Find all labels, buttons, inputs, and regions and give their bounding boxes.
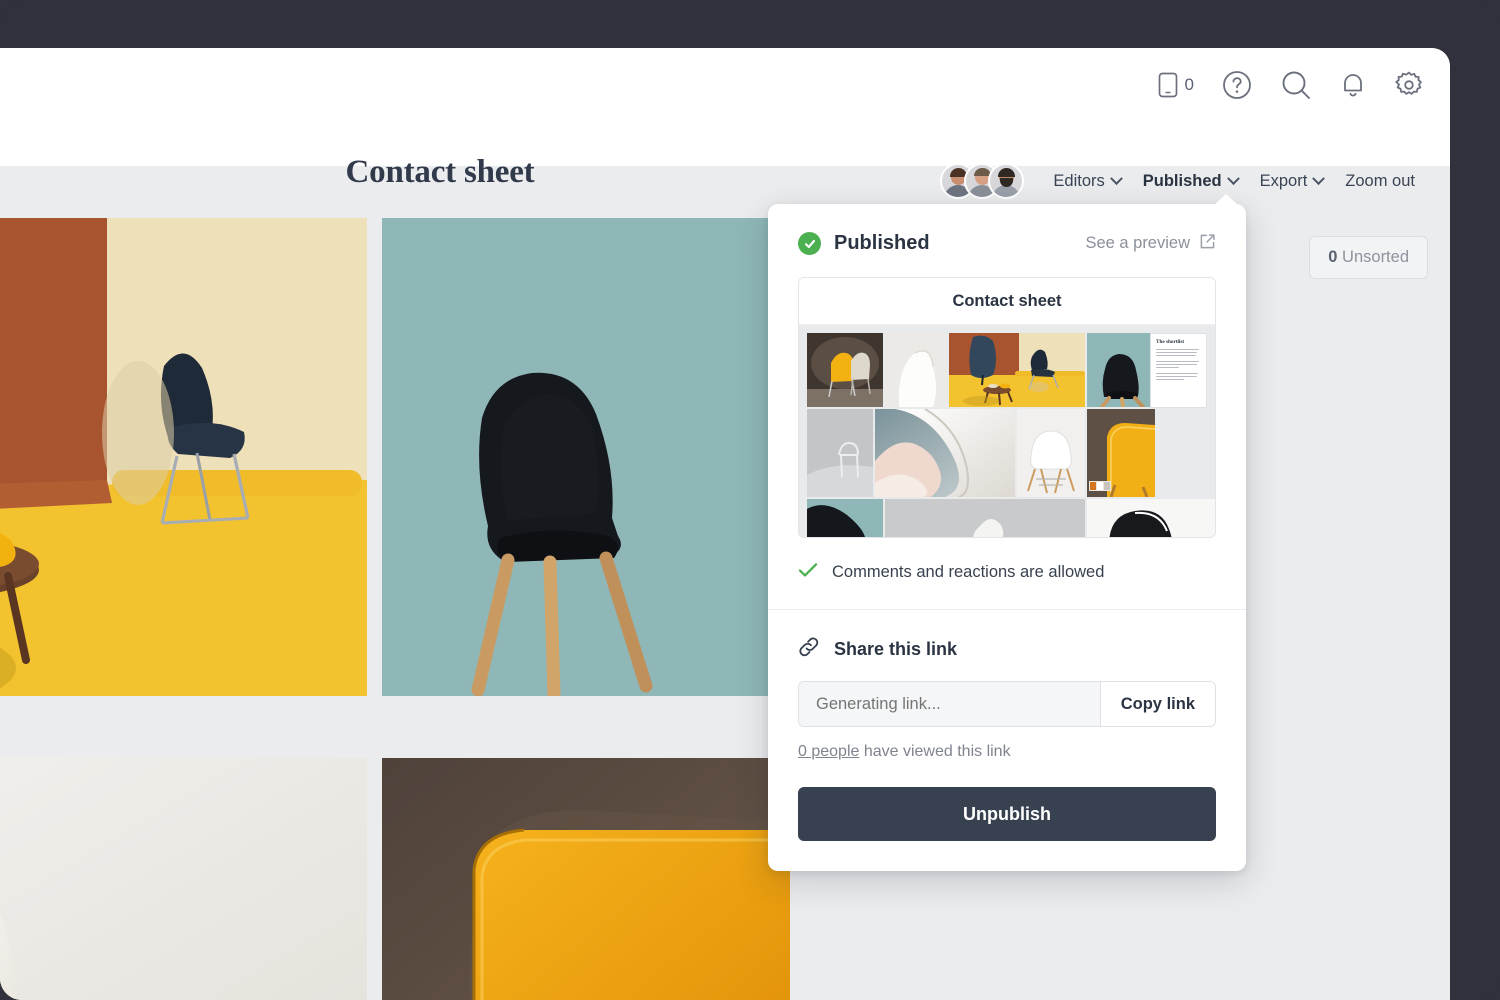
- thumb-black-chair-teal-2: [807, 499, 883, 537]
- thumb-yellow-chair-dark: [807, 333, 883, 407]
- thumb-eames-white-chair: [1017, 409, 1085, 497]
- photo-yellow-chair-brown[interactable]: [382, 758, 790, 1000]
- popover-share-section: Share this link Copy link 0 people have …: [768, 610, 1246, 871]
- thumb-white-curves: [875, 409, 1015, 497]
- editor-avatar-3[interactable]: [988, 163, 1025, 199]
- nav-item-editors[interactable]: Editors: [1042, 172, 1131, 191]
- nav-item-zoom-out[interactable]: Zoom out: [1334, 172, 1426, 191]
- settings-gear-icon[interactable]: [1394, 70, 1424, 100]
- thumb-white-chair-a: [885, 333, 947, 407]
- nav-item-export-label: Export: [1259, 171, 1308, 190]
- top-icon-row: 0: [1158, 62, 1424, 108]
- thumb-yellow-room: [949, 333, 1085, 407]
- thumb-grey-white-shape: [885, 499, 1085, 537]
- share-link-input[interactable]: [799, 682, 1100, 726]
- copy-link-button[interactable]: Copy link: [1099, 682, 1215, 726]
- thumb-black-chair-teal: [1087, 333, 1155, 407]
- thumb-black-white-chair: [1087, 499, 1215, 537]
- comments-allowed-row: Comments and reactions are allowed: [798, 562, 1216, 583]
- nav-item-export[interactable]: Export: [1249, 172, 1335, 191]
- chevron-down-icon: [1109, 171, 1123, 185]
- page-title: Contact sheet: [345, 154, 535, 190]
- photo-white-chair-closeup[interactable]: [0, 758, 367, 1000]
- check-icon: [798, 562, 818, 583]
- nav-item-published-label: Published: [1142, 171, 1222, 190]
- published-status-label: Published: [834, 232, 930, 254]
- nav-item-published[interactable]: Published: [1132, 172, 1249, 191]
- shortlist-title: The shortlist: [1156, 339, 1185, 345]
- editor-avatars[interactable]: [940, 163, 1025, 199]
- nav-item-zoom-out-label: Zoom out: [1345, 171, 1415, 190]
- top-bar: 0 Contact sheet Editors Published Export…: [0, 48, 1450, 199]
- thumb-shortlist-text-card: The shortlist: [1150, 333, 1207, 408]
- device-count: 0: [1184, 75, 1194, 94]
- see-preview-link[interactable]: See a preview: [1085, 233, 1216, 255]
- see-preview-label: See a preview: [1085, 234, 1190, 252]
- publish-popover: Published See a preview Contact sheet Th…: [768, 194, 1246, 871]
- app-window: 0 Contact sheet Editors Published Export…: [0, 48, 1450, 1000]
- share-header: Share this link: [798, 636, 1216, 663]
- chevron-down-icon: [1226, 171, 1240, 185]
- share-link-title: Share this link: [834, 639, 958, 659]
- preview-card-title: Contact sheet: [799, 278, 1215, 325]
- thumb-yellow-chair-brown: [1087, 409, 1155, 497]
- preview-thumbnail-grid: The shortlist: [799, 325, 1215, 537]
- mobile-preview-icon[interactable]: 0: [1158, 72, 1194, 98]
- chevron-down-icon: [1312, 171, 1326, 185]
- unsorted-label: Unsorted: [1342, 248, 1409, 266]
- external-link-icon: [1199, 233, 1216, 255]
- link-viewers-count[interactable]: 0 people: [798, 743, 859, 760]
- unsorted-chip[interactable]: 0 Unsorted: [1309, 236, 1428, 279]
- photo-black-chair-teal[interactable]: [382, 218, 790, 696]
- search-icon[interactable]: [1280, 69, 1312, 101]
- published-check-icon: [798, 232, 821, 255]
- link-viewers-suffix: have viewed this link: [859, 743, 1011, 760]
- thumb-grey-chair-minimal: [807, 409, 873, 497]
- share-link-row: Copy link: [798, 681, 1216, 727]
- photo-yellow-room-chairs[interactable]: [0, 218, 367, 696]
- link-icon: [798, 636, 820, 663]
- nav-item-editors-label: Editors: [1053, 171, 1105, 190]
- popover-top-section: Published See a preview Contact sheet Th…: [768, 204, 1246, 609]
- unsorted-count: 0: [1328, 248, 1338, 266]
- header-nav: Editors Published Export Zoom out: [940, 160, 1426, 202]
- desktop-frame: 0 Contact sheet Editors Published Export…: [0, 0, 1500, 1000]
- preview-card[interactable]: Contact sheet The shortlist: [798, 277, 1216, 538]
- popover-status: Published: [798, 232, 930, 255]
- link-viewers-text: 0 people have viewed this link: [798, 743, 1216, 761]
- notifications-icon[interactable]: [1340, 70, 1366, 100]
- unpublish-button[interactable]: Unpublish: [798, 787, 1216, 841]
- help-icon[interactable]: [1222, 70, 1252, 100]
- popover-pointer: [1214, 194, 1238, 205]
- popover-header: Published See a preview: [798, 232, 1216, 255]
- comments-allowed-label: Comments and reactions are allowed: [832, 563, 1105, 581]
